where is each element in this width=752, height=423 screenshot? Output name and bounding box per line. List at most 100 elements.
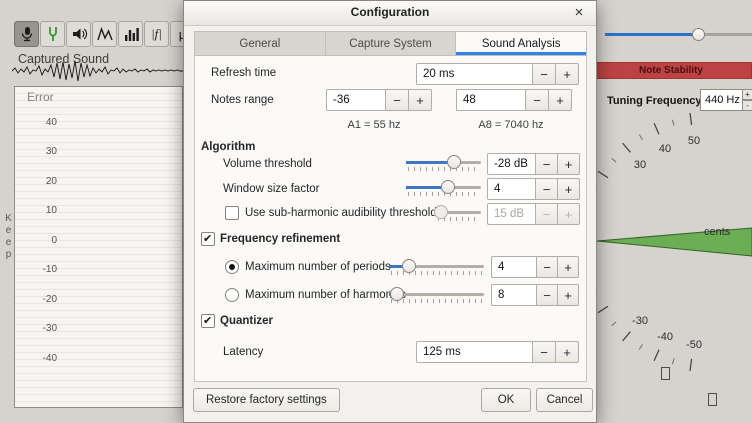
latency-value[interactable]: 125 ms: [416, 341, 533, 363]
latency-increase-button[interactable]: +: [555, 341, 579, 363]
glyph-box-icon: [661, 367, 670, 380]
max-harmonics-value[interactable]: 8: [491, 284, 537, 306]
abs-f-icon: |f|: [151, 26, 162, 42]
frequency-refinement-checkbox[interactable]: [201, 232, 215, 246]
error-panel: Error 40 30 20 10 0 -10 -20 -30 -40: [14, 86, 183, 408]
refresh-time-label: Refresh time: [211, 67, 276, 79]
latency-label: Latency: [223, 346, 263, 358]
tab-capture-system[interactable]: Capture System: [326, 32, 457, 55]
glyph-box-icon: [708, 393, 717, 406]
tuning-fork-icon: [44, 25, 62, 43]
max-periods-increase-button[interactable]: +: [557, 256, 579, 278]
main-toolbar: |f| μ: [14, 21, 195, 47]
max-harmonics-spinbox: 8 − +: [491, 284, 579, 306]
captured-sound-waveform: [12, 58, 184, 86]
note-stability-label: Note Stability: [639, 65, 703, 76]
latency-spinbox: 125 ms − +: [416, 341, 579, 363]
close-icon[interactable]: ×: [570, 3, 588, 21]
notes-range-max-increase-button[interactable]: +: [548, 89, 572, 111]
subharmonic-value[interactable]: 15 dB: [487, 203, 536, 225]
subharmonic-slider[interactable]: [436, 203, 481, 223]
axis-label: 20: [29, 176, 57, 187]
max-harmonics-decrease-button[interactable]: −: [536, 284, 558, 306]
subharmonic-decrease-button[interactable]: −: [535, 203, 558, 225]
axis-label: 30: [29, 146, 57, 157]
notes-range-min-caption: A1 = 55 hz: [314, 119, 434, 131]
tab-general[interactable]: General: [195, 32, 326, 55]
slider-ticks: [391, 299, 482, 303]
max-periods-decrease-button[interactable]: −: [536, 256, 558, 278]
abs-f-view-button[interactable]: |f|: [144, 21, 169, 47]
refresh-time-decrease-button[interactable]: −: [532, 63, 556, 85]
axis-label: -30: [29, 323, 57, 334]
volume-threshold-value[interactable]: -28 dB: [487, 153, 536, 175]
volume-threshold-slider[interactable]: [406, 153, 481, 173]
notes-range-min-decrease-button[interactable]: −: [385, 89, 409, 111]
notes-range-label: Notes range: [211, 94, 274, 106]
notes-range-max-decrease-button[interactable]: −: [525, 89, 549, 111]
window-size-factor-value[interactable]: 4: [487, 178, 536, 200]
slider-ticks: [408, 167, 479, 171]
notes-range-max-caption: A8 = 7040 hz: [446, 119, 576, 131]
spectrum-bars-icon: [122, 25, 140, 43]
gauge-unit-label: cents: [704, 226, 731, 238]
configuration-dialog: Configuration × General Capture System S…: [183, 0, 597, 423]
restore-factory-settings-button[interactable]: Restore factory settings: [193, 388, 340, 412]
notes-range-min-value[interactable]: -36: [326, 89, 386, 111]
ok-button[interactable]: OK: [481, 388, 531, 412]
refresh-time-increase-button[interactable]: +: [555, 63, 579, 85]
volume-threshold-decrease-button[interactable]: −: [535, 153, 558, 175]
quantizer-checkbox[interactable]: [201, 314, 215, 328]
notes-range-max-value[interactable]: 48: [456, 89, 526, 111]
dialog-titlebar: Configuration ×: [184, 1, 596, 26]
window-size-factor-slider[interactable]: [406, 178, 481, 198]
tuning-frequency-increase-button[interactable]: +: [742, 89, 752, 100]
gauge-label-40: 40: [659, 143, 671, 155]
keep-label: Keep: [3, 213, 14, 261]
microphone-button[interactable]: [14, 21, 39, 47]
speaker-icon: [70, 25, 88, 43]
max-periods-slider[interactable]: [389, 257, 484, 277]
spectrum-view-button[interactable]: [118, 21, 143, 47]
subharmonic-increase-button[interactable]: +: [557, 203, 580, 225]
axis-label: -10: [29, 264, 57, 275]
subharmonic-checkbox[interactable]: [225, 206, 239, 220]
max-harmonics-increase-button[interactable]: +: [557, 284, 579, 306]
slider-handle[interactable]: [692, 28, 705, 41]
slider-handle[interactable]: [441, 180, 455, 194]
subharmonic-label: Use sub-harmonic audibility threshold: [245, 207, 437, 219]
gauge-label-50: 50: [688, 135, 700, 147]
volume-threshold-label: Volume threshold: [223, 158, 312, 170]
latency-decrease-button[interactable]: −: [532, 341, 556, 363]
max-harmonics-label: Maximum number of harmonics: [245, 289, 406, 301]
volume-threshold-spinbox: -28 dB − +: [487, 153, 580, 175]
input-level-slider[interactable]: [605, 27, 752, 41]
axis-label: -20: [29, 294, 57, 305]
slider-handle[interactable]: [402, 259, 416, 273]
notes-range-min-increase-button[interactable]: +: [408, 89, 432, 111]
app-window: |f| μ Captured Sound Error 40 30 20 10 0…: [0, 0, 752, 423]
axis-label: 10: [29, 205, 57, 216]
frequency-refinement-header: Frequency refinement: [220, 233, 340, 245]
refresh-time-value[interactable]: 20 ms: [416, 63, 533, 85]
waveform-view-button[interactable]: [92, 21, 117, 47]
window-size-factor-increase-button[interactable]: +: [557, 178, 580, 200]
speaker-button[interactable]: [66, 21, 91, 47]
max-periods-value[interactable]: 4: [491, 256, 537, 278]
gauge-label-30: 30: [634, 159, 646, 171]
max-harmonics-slider[interactable]: [389, 285, 484, 305]
gauge-label-m30: -30: [632, 315, 648, 327]
notes-range-min-spinbox: -36 − +: [326, 89, 432, 111]
tuning-fork-button[interactable]: [40, 21, 65, 47]
max-periods-radio[interactable]: [225, 260, 239, 274]
window-size-factor-decrease-button[interactable]: −: [535, 178, 558, 200]
max-harmonics-radio[interactable]: [225, 288, 239, 302]
slider-handle[interactable]: [447, 155, 461, 169]
dialog-title: Configuration: [184, 5, 596, 19]
slider-handle[interactable]: [390, 287, 404, 301]
slider-handle[interactable]: [434, 205, 448, 219]
slider-fill: [605, 33, 698, 36]
tab-sound-analysis[interactable]: Sound Analysis: [456, 32, 586, 55]
volume-threshold-increase-button[interactable]: +: [557, 153, 580, 175]
cancel-button[interactable]: Cancel: [536, 388, 593, 412]
